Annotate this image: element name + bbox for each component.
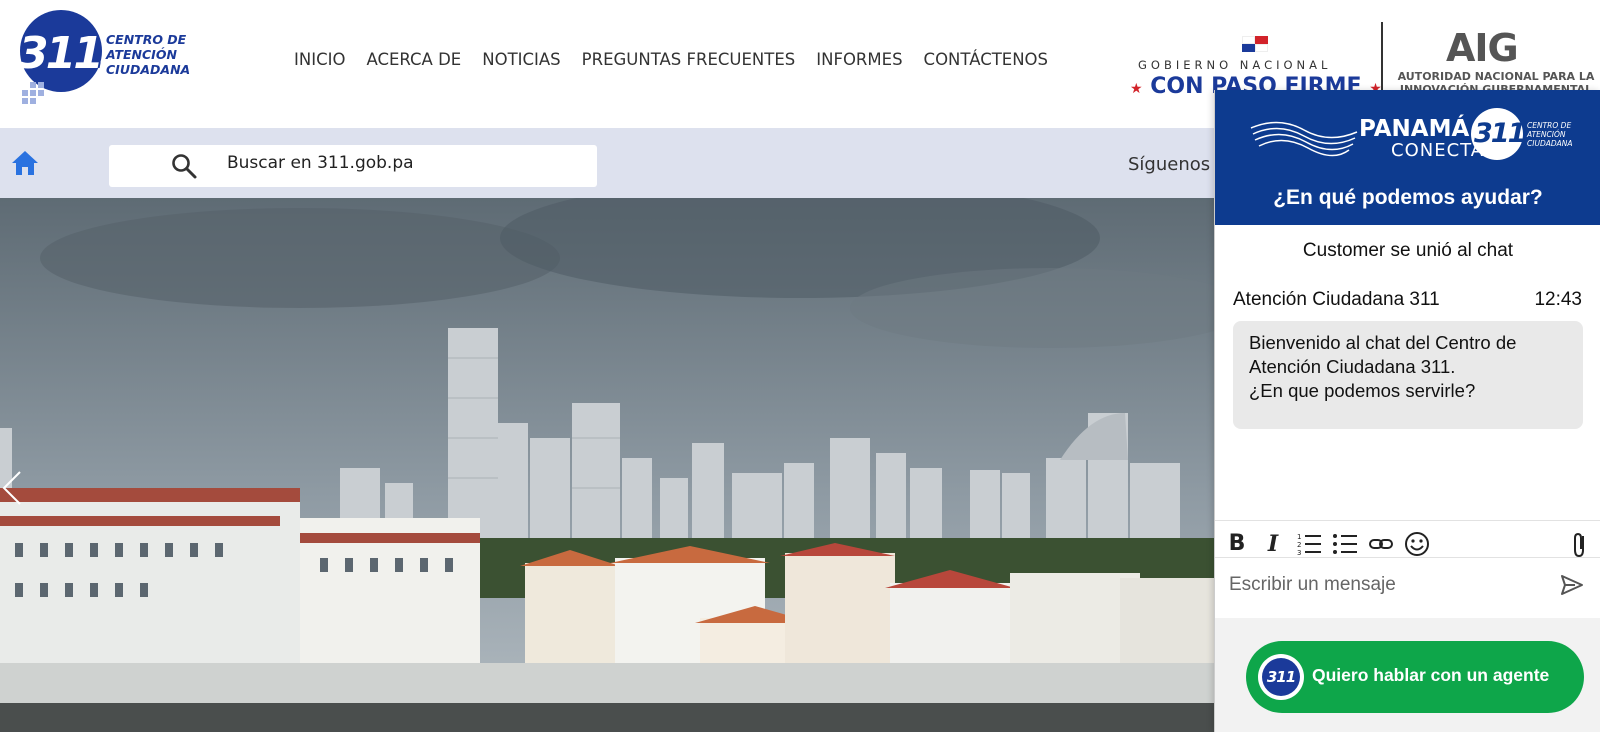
chat-message-sender: Atención Ciudadana 311: [1233, 289, 1440, 310]
logo-text: CENTRO DE ATENCIÓN CIUDADANA: [106, 32, 206, 77]
government-line1: GOBIERNO NACIONAL: [1138, 58, 1332, 72]
talk-to-agent-button[interactable]: 311 Quiero hablar con un agente: [1246, 641, 1584, 713]
chat-help-title: ¿En qué podemos ayudar?: [1273, 186, 1543, 209]
main-nav: INICIO ACERCA DE NOTICIAS PREGUNTAS FREC…: [294, 50, 1069, 69]
link-icon[interactable]: [1367, 530, 1395, 558]
svg-text:2: 2: [1297, 541, 1301, 549]
logo-text-line: CIUDADANA: [106, 62, 191, 77]
chat-message-time: 12:43: [1534, 289, 1582, 310]
social-label: Síguenos: [1128, 154, 1211, 175]
chat-logo-number: 311: [1474, 118, 1526, 149]
chat-brand-sub: CONECTA: [1391, 140, 1485, 161]
header-divider: [1381, 22, 1383, 100]
wave-logo-icon: [1250, 121, 1358, 157]
send-icon[interactable]: [1559, 572, 1585, 598]
svg-text:1: 1: [1297, 533, 1301, 541]
carousel-prev-icon[interactable]: [0, 468, 24, 508]
emoji-icon[interactable]: [1403, 530, 1431, 558]
agent-311-icon: 311: [1258, 654, 1304, 700]
nav-acerca-de[interactable]: ACERCA DE: [366, 50, 461, 69]
svg-text:3: 3: [1297, 549, 1301, 557]
chat-logo-text: CENTRO DE ATENCIÓN CIUDADANA: [1527, 121, 1573, 148]
search-input[interactable]: Buscar en 311.gob.pa: [227, 153, 414, 173]
nav-inicio[interactable]: INICIO: [294, 50, 345, 69]
chat-message-line: Atención Ciudadana 311.: [1249, 356, 1456, 377]
logo-dots-icon: [20, 76, 50, 106]
nav-preguntas-frecuentes[interactable]: PREGUNTAS FRECUENTES: [582, 50, 796, 69]
panama-flag-icon: [1242, 36, 1268, 52]
attachment-icon[interactable]: [1565, 530, 1593, 558]
chat-message-input[interactable]: [1229, 570, 1549, 600]
chat-format-toolbar: B I 1 2 3: [1215, 522, 1600, 566]
home-icon[interactable]: [10, 149, 40, 177]
bold-button[interactable]: B: [1223, 530, 1251, 558]
chat-system-message: Customer se unió al chat: [1302, 240, 1514, 261]
chat-widget: PANAMÁ CONECTA 311 CENTRO DE ATENCIÓN CI…: [1214, 90, 1600, 732]
chat-header: PANAMÁ CONECTA 311 CENTRO DE ATENCIÓN CI…: [1215, 90, 1600, 225]
chat-brand: PANAMÁ: [1359, 116, 1470, 142]
input-divider: [1215, 557, 1600, 558]
toolbar-divider: [1215, 520, 1600, 521]
nav-informes[interactable]: INFORMES: [816, 50, 902, 69]
italic-button[interactable]: I: [1259, 530, 1287, 558]
site-logo[interactable]: 311 CENTRO DE ATENCIÓN CIUDADANA: [16, 10, 196, 106]
talk-to-agent-label: Quiero hablar con un agente: [1312, 665, 1550, 685]
aig-logo[interactable]: AIG: [1446, 26, 1519, 70]
search-icon[interactable]: [170, 152, 198, 180]
nav-noticias[interactable]: NOTICIAS: [482, 50, 560, 69]
chat-message-line: Bienvenido al chat del Centro de: [1249, 332, 1517, 353]
nav-contactenos[interactable]: CONTÁCTENOS: [924, 50, 1048, 69]
star-icon: ★: [1130, 81, 1143, 97]
bullet-list-icon[interactable]: [1331, 530, 1359, 558]
chat-message-bubble: Bienvenido al chat del Centro de Atenció…: [1233, 321, 1583, 429]
numbered-list-icon[interactable]: 1 2 3: [1295, 530, 1323, 558]
logo-text-line: CENTRO DE: [106, 32, 187, 47]
agent-logo-number: 311: [1262, 658, 1300, 696]
logo-text-line: ATENCIÓN: [106, 47, 177, 62]
chat-message-line: ¿En que podemos servirle?: [1249, 380, 1476, 401]
logo-number: 311: [18, 28, 104, 79]
